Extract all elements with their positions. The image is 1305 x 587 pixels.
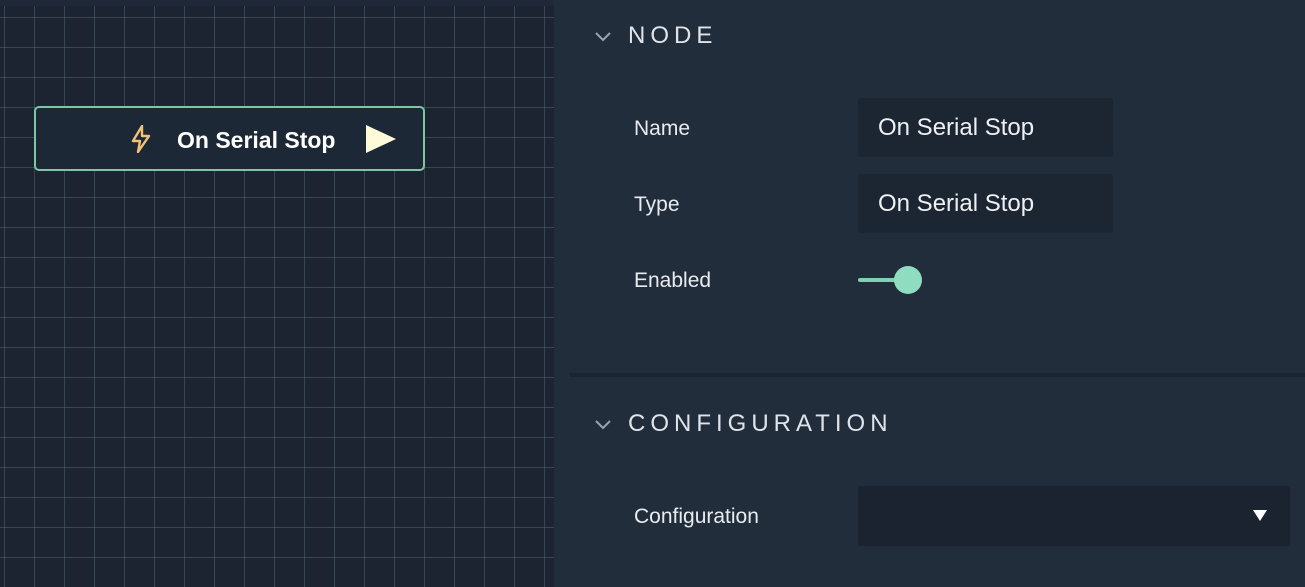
play-triangle-icon[interactable] <box>365 124 397 154</box>
dropdown-arrow-icon <box>1253 510 1267 521</box>
name-label: Name <box>634 117 691 140</box>
graph-canvas[interactable]: On Serial Stop <box>0 6 554 587</box>
chevron-down-icon[interactable] <box>594 31 612 43</box>
enabled-toggle[interactable] <box>858 264 922 296</box>
node-section-title: NODE <box>628 22 718 49</box>
toggle-knob[interactable] <box>894 266 922 294</box>
section-divider <box>570 373 1305 377</box>
type-field: On Serial Stop <box>858 174 1113 233</box>
name-field[interactable]: On Serial Stop <box>858 98 1113 157</box>
node-title: On Serial Stop <box>177 127 336 153</box>
configuration-section-title: CONFIGURATION <box>628 410 893 437</box>
configuration-label: Configuration <box>634 505 759 528</box>
type-label: Type <box>634 193 680 216</box>
event-node[interactable]: On Serial Stop <box>34 106 425 171</box>
configuration-select[interactable] <box>858 486 1290 546</box>
enabled-label: Enabled <box>634 269 712 292</box>
inspector-panel: NODE Name On Serial Stop Type On Serial … <box>554 0 1305 587</box>
lightning-bolt-icon <box>131 125 151 153</box>
chevron-down-icon[interactable] <box>594 419 612 431</box>
